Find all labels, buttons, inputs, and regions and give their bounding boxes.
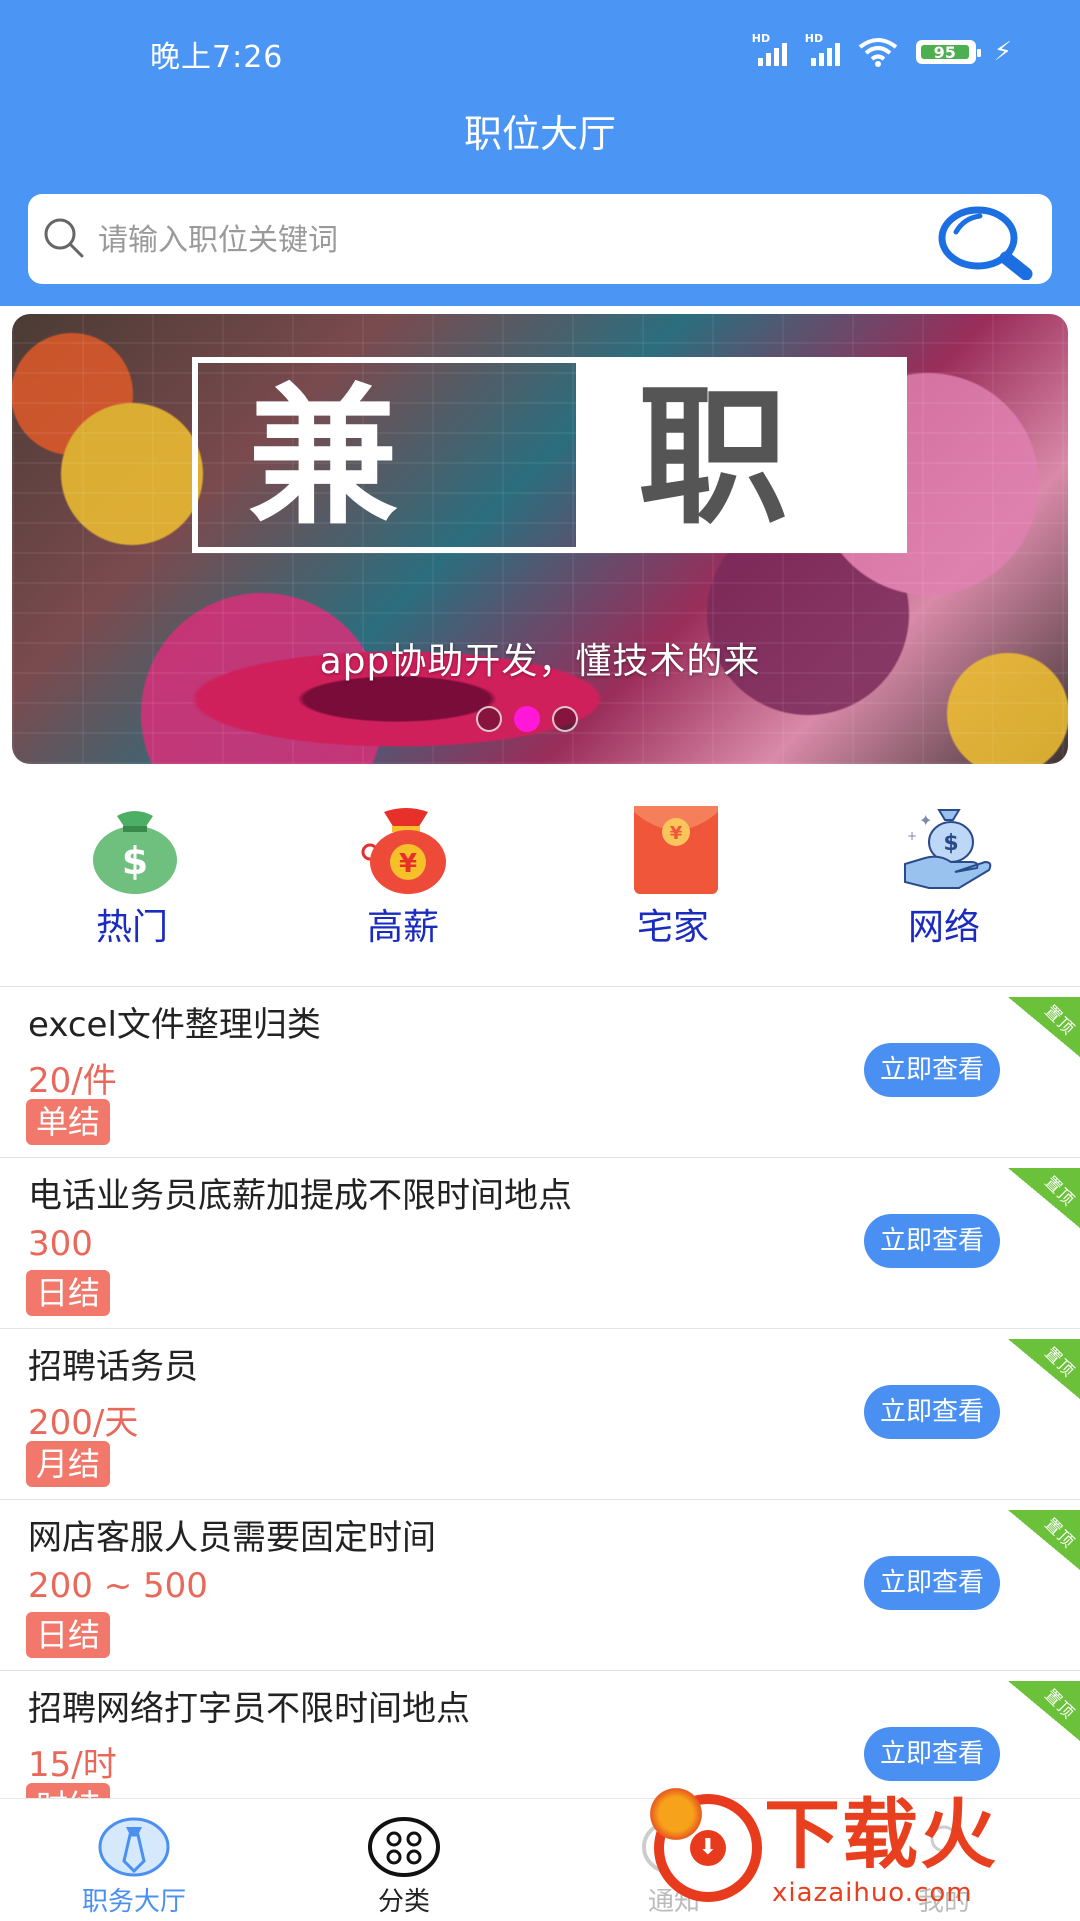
banner-sign-left-char: 兼 [248,371,399,545]
job-item[interactable]: 招聘话务员 200/天 月结 立即查看 置顶 [0,1328,1080,1499]
pay-type-badge: 单结 [26,1099,111,1145]
pinned-label: 置顶 [1041,1685,1079,1723]
search-button[interactable] [934,204,1034,280]
job-salary: 15/时 [28,1745,117,1785]
category-hot[interactable]: $ 热门 [52,800,212,950]
pinned-label: 置顶 [1041,1172,1079,1210]
banner-sign: 兼 职 [192,357,907,553]
job-title: 招聘话务员 [28,1347,198,1387]
svg-text:✦: ✦ [919,811,932,830]
download-icon: ⬇ [690,1830,726,1866]
status-icons: HD HD 95 ⚡ [752,32,1012,68]
pinned-ribbon: 置顶 [1008,1681,1080,1741]
watermark-badge: ⬇ [646,1784,762,1902]
banner-sign-right-char: 职 [638,371,789,545]
pay-type-badge: 日结 [26,1270,111,1316]
tab-label: 职务大厅 [81,1887,186,1917]
job-title: 网店客服人员需要固定时间 [28,1518,436,1558]
pinned-ribbon: 置顶 [1008,997,1080,1057]
job-salary: 300 [28,1224,93,1264]
signal-icon: HD [752,32,787,66]
watermark-text: 下载火 [764,1790,998,1879]
wifi-icon [858,38,897,67]
job-item[interactable]: 电话业务员底薪加提成不限时间地点 300 日结 立即查看 置顶 [0,1157,1080,1328]
category-row: $ 热门 ¥ 高薪 ¥ 宅家 $ ✦ + 网络 [0,800,1080,960]
signal-icon: HD [805,32,840,66]
top-header: 晚上7:26 HD HD 95 ⚡ 职位大厅 [0,0,1080,306]
job-salary: 200/天 [28,1403,139,1443]
svg-text:¥: ¥ [399,849,417,879]
grid-dots-icon [368,1817,440,1877]
view-now-button[interactable]: 立即查看 [864,1214,1000,1268]
category-label: 高薪 [366,907,439,948]
svg-text:+: + [907,829,917,843]
banner-caption: app协助开发，懂技术的来 [319,641,761,682]
money-bag-icon: $ [93,811,177,894]
category-label: 网络 [907,907,980,948]
category-high-pay[interactable]: ¥ 高薪 [323,800,483,950]
pinned-ribbon: 置顶 [1008,1168,1080,1228]
red-envelope-icon: ¥ [634,806,718,894]
search-input[interactable] [96,212,900,268]
battery-icon: 95 [915,40,981,64]
watermark-logo: ⬇ 下载火 xiazaihuo.com [636,1782,1080,1920]
pinned-label: 置顶 [1041,1514,1079,1552]
carousel-dot-active[interactable] [514,706,540,732]
carousel-dot[interactable] [552,706,578,732]
charging-icon: ⚡ [993,37,1012,67]
job-item[interactable]: 网店客服人员需要固定时间 200 ~ 500 日结 立即查看 置顶 [0,1499,1080,1670]
pinned-label: 置顶 [1041,1343,1079,1381]
page-title: 职位大厅 [463,112,616,156]
job-salary: 20/件 [28,1061,117,1101]
tab-category[interactable]: 分类 [304,1799,504,1921]
svg-text:¥: ¥ [670,823,683,844]
banner-carousel[interactable]: 兼 职 app协助开发，懂技术的来 [12,314,1068,764]
carousel-indicator [476,706,578,732]
view-now-button[interactable]: 立即查看 [864,1043,1000,1097]
job-title: 招聘网络打字员不限时间地点 [28,1689,470,1729]
category-label: 热门 [95,907,168,948]
job-item[interactable]: excel文件整理归类 20/件 单结 立即查看 置顶 [0,986,1080,1157]
job-list: excel文件整理归类 20/件 单结 立即查看 置顶 电话业务员底薪加提成不限… [0,986,1080,1841]
watermark-url: xiazaihuo.com [772,1878,973,1908]
category-home[interactable]: ¥ 宅家 [593,800,753,950]
tab-job-hall[interactable]: 职务大厅 [34,1799,234,1921]
battery-level: 95 [920,45,969,61]
pay-type-badge: 月结 [26,1441,111,1487]
view-now-button[interactable]: 立即查看 [864,1727,1000,1781]
tab-label: 分类 [377,1887,430,1917]
svg-text:$: $ [122,839,148,883]
pay-type-badge: 日结 [26,1612,111,1658]
pinned-label: 置顶 [1041,1001,1079,1039]
pinned-ribbon: 置顶 [1008,1339,1080,1399]
status-time: 晚上7:26 [150,40,284,75]
view-now-button[interactable]: 立即查看 [864,1385,1000,1439]
carousel-dot[interactable] [476,706,502,732]
pinned-ribbon: 置顶 [1008,1510,1080,1570]
job-title: 电话业务员底薪加提成不限时间地点 [28,1176,572,1216]
view-now-button[interactable]: 立即查看 [864,1556,1000,1610]
job-salary: 200 ~ 500 [28,1566,208,1606]
svg-text:$: $ [943,831,958,856]
tie-icon [98,1817,170,1877]
job-title: excel文件整理归类 [28,1005,321,1045]
search-icon [44,218,84,258]
category-label: 宅家 [636,907,709,948]
category-online[interactable]: $ ✦ + 网络 [864,800,1024,950]
hand-money-icon: $ ✦ + [904,809,992,889]
yen-bag-icon: ¥ [361,808,446,894]
search-bar [28,194,1052,284]
